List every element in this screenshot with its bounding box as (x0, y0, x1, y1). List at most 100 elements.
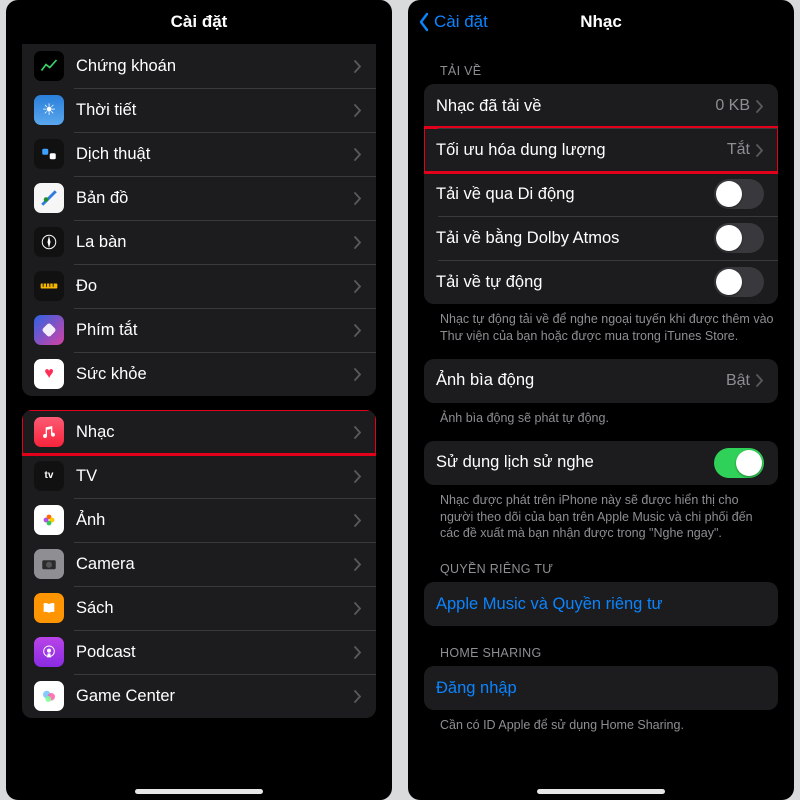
row-downloaded-music[interactable]: Nhạc đã tải về 0 KB (424, 84, 778, 128)
row-gamecenter[interactable]: Game Center (22, 674, 376, 718)
row-maps[interactable]: Bản đồ (22, 176, 376, 220)
row-label: Chứng khoán (76, 57, 354, 76)
group-animated-cover: Ảnh bìa động Bật (424, 359, 778, 403)
row-label: Sách (76, 599, 354, 618)
row-animated-cover[interactable]: Ảnh bìa động Bật (424, 359, 778, 403)
chevron-right-icon (354, 368, 362, 381)
health-icon: ♥ (34, 359, 64, 389)
chevron-right-icon (354, 426, 362, 439)
row-optimize-storage[interactable]: Tối ưu hóa dung lượng Tắt (424, 128, 778, 172)
home-indicator[interactable] (537, 789, 665, 794)
chevron-right-icon (354, 280, 362, 293)
footer-downloads: Nhạc tự động tải về để nghe ngoại tuyến … (440, 311, 774, 345)
tv-icon: tv (34, 461, 64, 491)
row-label: Tải về bằng Dolby Atmos (436, 229, 714, 248)
row-compass[interactable]: La bàn (22, 220, 376, 264)
chevron-right-icon (756, 100, 764, 113)
chevron-right-icon (354, 470, 362, 483)
toggle-dolby-download[interactable] (714, 223, 764, 253)
compass-icon (34, 227, 64, 257)
row-label: TV (76, 467, 354, 486)
row-signin[interactable]: Đăng nhập (424, 666, 778, 710)
shortcuts-icon (34, 315, 64, 345)
music-settings-list[interactable]: TẢI VỀ Nhạc đã tải về 0 KB Tối ưu hóa du… (408, 44, 794, 800)
chevron-right-icon (354, 324, 362, 337)
row-label: Nhạc đã tải về (436, 97, 715, 116)
navbar: Cài đặt Nhạc (408, 0, 794, 44)
chevron-right-icon (354, 104, 362, 117)
settings-screen: Cài đặt Chứng khoán ☀︎ Thời tiết Dịch th… (6, 0, 392, 800)
navbar: Cài đặt (6, 0, 392, 44)
row-label: Game Center (76, 687, 354, 706)
chevron-right-icon (354, 514, 362, 527)
row-label: Podcast (76, 643, 354, 662)
row-cellular-download: Tải về qua Di động (424, 172, 778, 216)
row-weather[interactable]: ☀︎ Thời tiết (22, 88, 376, 132)
row-stocks[interactable]: Chứng khoán (22, 44, 376, 88)
footer-history: Nhạc được phát trên iPhone này sẽ được h… (440, 492, 774, 543)
row-label: Sử dụng lịch sử nghe (436, 453, 714, 472)
toggle-auto-download[interactable] (714, 267, 764, 297)
toggle-cellular-download[interactable] (714, 179, 764, 209)
camera-icon (34, 549, 64, 579)
row-label: Sức khỏe (76, 365, 354, 384)
row-label: Tối ưu hóa dung lượng (436, 141, 727, 160)
books-icon (34, 593, 64, 623)
row-value: Tắt (727, 141, 750, 159)
gamecenter-icon (34, 681, 64, 711)
row-auto-download: Tải về tự động (424, 260, 778, 304)
music-icon (34, 417, 64, 447)
row-podcast[interactable]: Podcast (22, 630, 376, 674)
row-label: Đo (76, 277, 354, 296)
toggle-listening-history[interactable] (714, 448, 764, 478)
row-privacy-link[interactable]: Apple Music và Quyền riêng tư (424, 582, 778, 626)
group-privacy: Apple Music và Quyền riêng tư (424, 582, 778, 626)
row-health[interactable]: ♥ Sức khỏe (22, 352, 376, 396)
chevron-right-icon (354, 236, 362, 249)
row-value: Bật (726, 372, 750, 390)
row-listening-history: Sử dụng lịch sử nghe (424, 441, 778, 485)
photos-icon (34, 505, 64, 535)
row-measure[interactable]: Đo (22, 264, 376, 308)
row-dolby-download: Tải về bằng Dolby Atmos (424, 216, 778, 260)
row-value: 0 KB (715, 97, 750, 115)
section-header-privacy: QUYỀN RIÊNG TƯ (440, 562, 774, 576)
chevron-right-icon (354, 60, 362, 73)
row-camera[interactable]: Camera (22, 542, 376, 586)
row-label: Tải về qua Di động (436, 185, 714, 204)
row-label: Nhạc (76, 423, 354, 442)
row-shortcuts[interactable]: Phím tắt (22, 308, 376, 352)
translate-icon (34, 139, 64, 169)
footer-animated: Ảnh bìa động sẽ phát tự động. (440, 410, 774, 427)
settings-group-2: Nhạc tv TV Ảnh Camera Sách (22, 410, 376, 718)
section-header-homesharing: HOME SHARING (440, 646, 774, 660)
chevron-right-icon (756, 374, 764, 387)
chevron-right-icon (354, 602, 362, 615)
row-tv[interactable]: tv TV (22, 454, 376, 498)
row-translate[interactable]: Dịch thuật (22, 132, 376, 176)
row-label: Đăng nhập (436, 679, 764, 698)
row-music[interactable]: Nhạc (22, 410, 376, 454)
back-label: Cài đặt (434, 12, 488, 32)
chevron-right-icon (354, 646, 362, 659)
music-settings-screen: Cài đặt Nhạc TẢI VỀ Nhạc đã tải về 0 KB … (408, 0, 794, 800)
row-label: Dịch thuật (76, 145, 354, 164)
row-label: Bản đồ (76, 189, 354, 208)
back-button[interactable]: Cài đặt (418, 12, 488, 32)
page-title: Cài đặt (171, 12, 228, 32)
maps-icon (34, 183, 64, 213)
chevron-right-icon (756, 144, 764, 157)
podcast-icon (34, 637, 64, 667)
chevron-right-icon (354, 192, 362, 205)
row-books[interactable]: Sách (22, 586, 376, 630)
section-header-downloads: TẢI VỀ (440, 64, 774, 78)
row-label: Apple Music và Quyền riêng tư (436, 595, 764, 614)
home-indicator[interactable] (135, 789, 263, 794)
settings-list[interactable]: Chứng khoán ☀︎ Thời tiết Dịch thuật Bản … (6, 44, 392, 800)
row-label: Phím tắt (76, 321, 354, 340)
row-label: Thời tiết (76, 101, 354, 120)
row-photos[interactable]: Ảnh (22, 498, 376, 542)
group-homesharing: Đăng nhập (424, 666, 778, 710)
settings-group-1: Chứng khoán ☀︎ Thời tiết Dịch thuật Bản … (22, 44, 376, 396)
weather-icon: ☀︎ (34, 95, 64, 125)
